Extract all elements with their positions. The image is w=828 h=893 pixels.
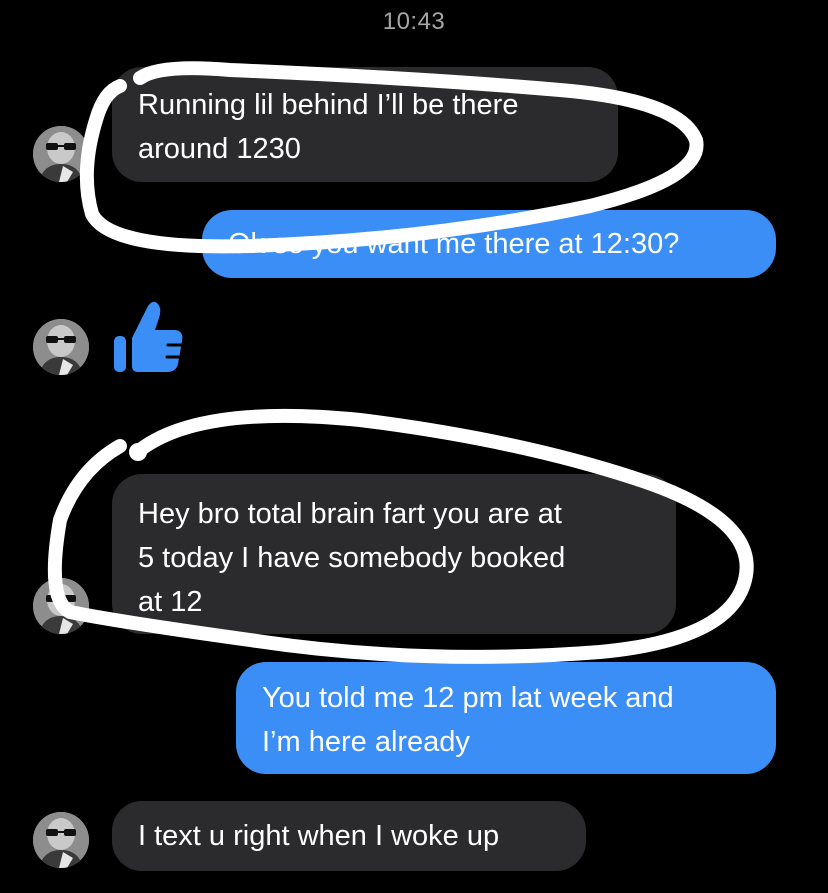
message-bubble-incoming[interactable]: Hey bro total brain fart you are at 5 to… <box>112 474 676 634</box>
thumbs-up-icon <box>114 301 183 372</box>
message-bubble-incoming[interactable]: I text u right when I woke up <box>112 801 586 871</box>
avatar[interactable] <box>33 126 89 182</box>
message-bubble-incoming[interactable]: Running lil behind I’ll be there around … <box>112 67 618 182</box>
annotation-dot <box>129 443 147 461</box>
message-bubble-outgoing[interactable]: You told me 12 pm lat week and I’m here … <box>236 662 776 774</box>
avatar[interactable] <box>33 319 89 375</box>
avatar[interactable] <box>33 812 89 868</box>
thumbs-up-reaction[interactable] <box>112 300 184 379</box>
timestamp-header: 10:43 <box>382 8 446 35</box>
avatar-photo-icon <box>33 319 89 375</box>
avatar-photo-icon <box>33 126 89 182</box>
avatar[interactable] <box>33 578 89 634</box>
message-bubble-outgoing[interactable]: Ok so you want me there at 12:30? <box>202 210 776 278</box>
avatar-photo-icon <box>33 578 89 634</box>
avatar-photo-icon <box>33 812 89 868</box>
